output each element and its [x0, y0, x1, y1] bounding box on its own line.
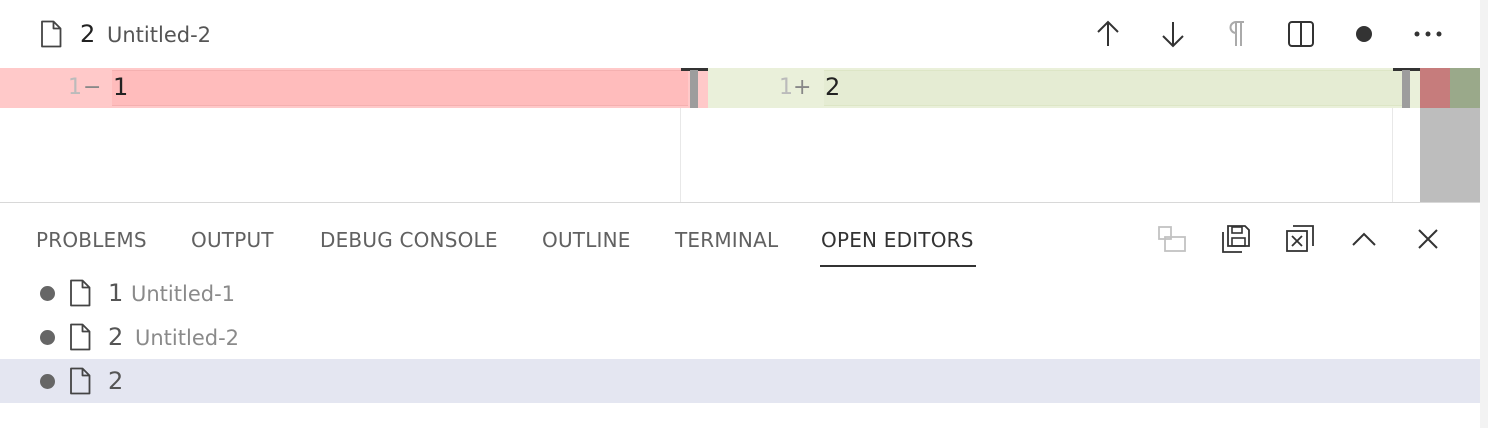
tab-output[interactable]: OUTPUT — [191, 227, 274, 253]
removed-line-highlight — [112, 70, 688, 106]
file-icon — [69, 367, 91, 395]
overview-added-marker — [1450, 68, 1480, 108]
file-icon — [69, 323, 91, 351]
dot-icon — [1355, 25, 1373, 43]
tab-open-editors[interactable]: OPEN EDITORS — [821, 227, 974, 253]
split-editor-button[interactable] — [1285, 18, 1317, 50]
maximize-panel-button[interactable] — [1346, 221, 1382, 257]
overview-removed-marker — [1420, 68, 1450, 108]
open-editor-name: 2 — [108, 367, 124, 395]
open-editor-item[interactable]: 1 Untitled-1 — [0, 271, 1480, 315]
added-line-highlight — [824, 70, 1404, 106]
arrow-up-icon — [1096, 20, 1120, 48]
open-editor-description: Untitled-2 — [135, 326, 240, 350]
diff-overview-ruler[interactable] — [1420, 68, 1480, 202]
file-icon — [40, 20, 62, 48]
editor-tab-description[interactable]: Untitled-2 — [107, 20, 211, 50]
chevron-up-icon — [1351, 231, 1377, 247]
open-editor-description: Untitled-1 — [131, 282, 236, 306]
modified-scrollbar[interactable] — [1402, 70, 1410, 108]
close-icon — [1417, 228, 1439, 250]
ellipsis-icon — [1414, 30, 1442, 38]
tab-outline[interactable]: OUTLINE — [542, 227, 631, 253]
close-panel-button[interactable] — [1410, 221, 1446, 257]
open-editor-item[interactable]: 2 Untitled-2 — [0, 315, 1480, 359]
open-editor-item-selected[interactable]: 2 — [0, 359, 1480, 403]
editor-tab-name[interactable]: 2 — [80, 18, 95, 50]
editor-title-bar: 2 Untitled-2 — [0, 0, 1480, 68]
more-actions-button[interactable] — [1412, 18, 1444, 50]
next-change-button[interactable] — [1157, 18, 1189, 50]
tab-terminal[interactable]: TERMINAL — [675, 227, 778, 253]
diff-editor[interactable]: 1 − 1 1 + 2 — [0, 68, 1480, 202]
modified-line-number: 1 — [779, 75, 793, 100]
toggle-vertical-layout-button[interactable] — [1154, 221, 1190, 257]
file-icon — [69, 279, 91, 307]
original-pane-divider — [680, 108, 681, 202]
dirty-dot-icon[interactable] — [40, 374, 55, 389]
close-all-button[interactable] — [1282, 221, 1318, 257]
window-edge — [1480, 0, 1488, 428]
modified-line-text[interactable]: 2 — [825, 72, 840, 102]
pilcrow-icon — [1226, 20, 1246, 48]
bottom-panel: PROBLEMS OUTPUT DEBUG CONSOLE OUTLINE TE… — [0, 202, 1480, 428]
original-line-number: 1 — [68, 75, 82, 100]
close-all-icon — [1285, 224, 1315, 254]
split-editor-icon — [1287, 20, 1315, 48]
layout-icon — [1157, 225, 1187, 253]
save-all-icon — [1221, 224, 1251, 254]
dirty-dot-icon[interactable] — [40, 330, 55, 345]
active-tab-indicator — [820, 265, 976, 267]
removed-sign: − — [83, 75, 102, 100]
added-sign: + — [793, 75, 812, 100]
arrow-down-icon — [1161, 20, 1185, 48]
save-all-button[interactable] — [1218, 221, 1254, 257]
tab-debug-console[interactable]: DEBUG CONSOLE — [320, 227, 498, 253]
previous-change-button[interactable] — [1092, 18, 1124, 50]
panel-tabs: PROBLEMS OUTPUT DEBUG CONSOLE OUTLINE TE… — [0, 203, 1140, 271]
dirty-dot-icon[interactable] — [40, 286, 55, 301]
unsaved-indicator[interactable] — [1348, 18, 1380, 50]
tab-problems[interactable]: PROBLEMS — [36, 227, 147, 253]
toggle-whitespace-button[interactable] — [1220, 18, 1252, 50]
open-editor-name: 2 — [108, 323, 124, 351]
original-scrollbar[interactable] — [690, 70, 698, 108]
open-editor-name: 1 — [108, 279, 124, 307]
modified-pane-divider — [1392, 108, 1393, 202]
original-line-text[interactable]: 1 — [113, 72, 128, 102]
